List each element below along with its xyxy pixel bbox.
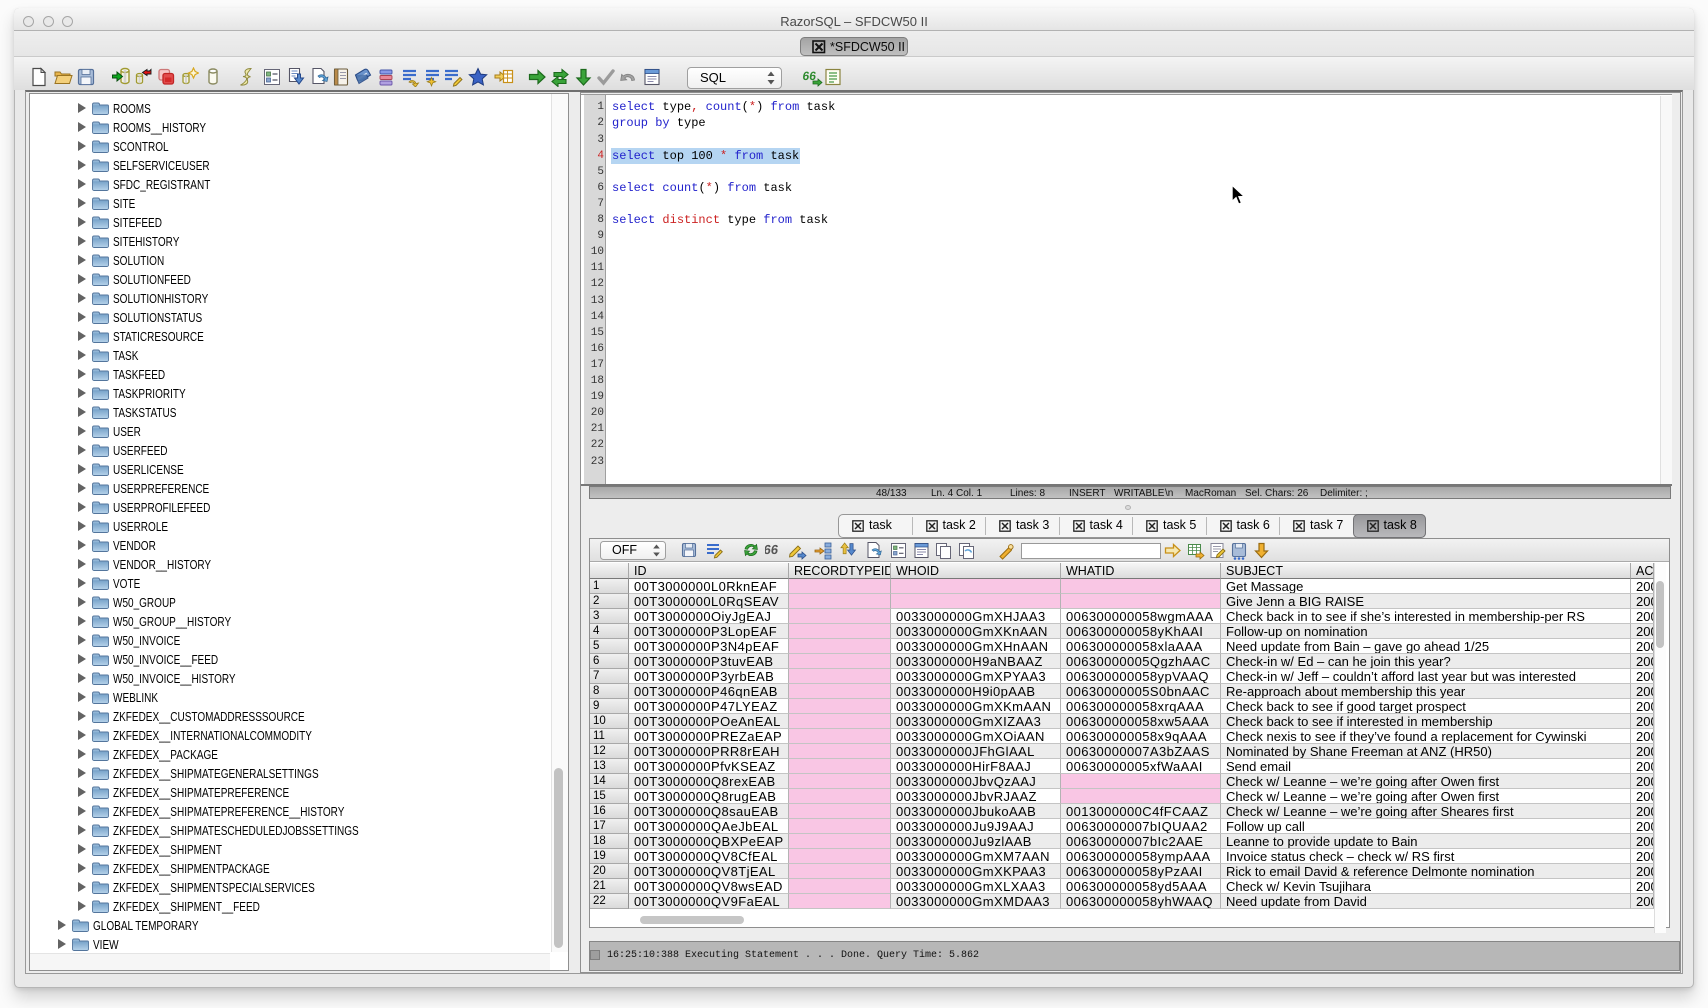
svg-text:66: 66 <box>765 542 779 557</box>
